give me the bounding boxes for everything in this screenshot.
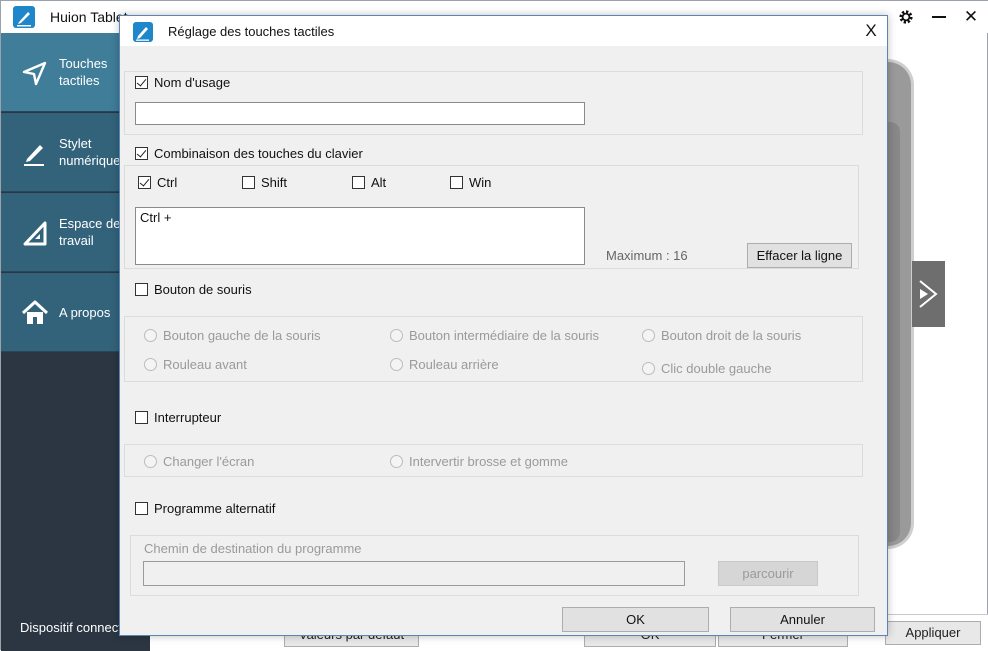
tablet-preview (886, 59, 914, 549)
radio-circle (390, 328, 403, 342)
radio-circle (144, 357, 157, 371)
checkbox-unchecked (135, 410, 148, 424)
pen-icon (24, 145, 44, 166)
dialog-ok-button[interactable]: OK (562, 607, 709, 632)
mouse-button-label: Bouton de souris (154, 281, 252, 297)
radio-circle (390, 357, 403, 371)
modifier-shift-checkbox[interactable]: Shift (242, 173, 287, 191)
checkbox-unchecked (135, 501, 148, 515)
radio-scroll-forward[interactable]: Rouleau avant (144, 355, 247, 373)
keyboard-combo-label: Combinaison des touches du clavier (154, 145, 363, 161)
mouse-button-checkbox[interactable]: Bouton de souris (135, 280, 252, 298)
radio-change-screen[interactable]: Changer l'écran (144, 452, 254, 470)
switch-checkbox[interactable]: Interrupteur (135, 408, 221, 426)
dialog-cancel-button[interactable]: Annuler (730, 607, 875, 632)
key-combo-textarea[interactable]: Ctrl + (135, 207, 585, 265)
set-square-icon (23, 221, 47, 246)
radio-label: Bouton droit de la souris (661, 327, 802, 343)
dialog-titlebar: Réglage des touches tactiles X (120, 16, 887, 46)
tablet-expand-tab[interactable] (912, 261, 945, 327)
max-keys-text: Maximum : 16 (606, 248, 688, 263)
radio-label: Bouton intermédiaire de la souris (409, 327, 600, 343)
program-path-label: Chemin de destination du programme (144, 541, 362, 556)
modifier-win-checkbox[interactable]: Win (450, 173, 491, 191)
app-title: Huion Tablet (50, 9, 128, 25)
huion-logo-icon (133, 22, 153, 42)
radio-label: Intervertir brosse et gomme (409, 453, 568, 469)
radio-circle (642, 328, 655, 342)
device-status: Dispositif connecté (20, 620, 120, 635)
apply-button[interactable]: Appliquer (885, 621, 981, 645)
radio-circle (144, 328, 157, 342)
clear-line-button[interactable]: Effacer la ligne (747, 243, 852, 268)
home-icon (21, 300, 49, 324)
checkbox-checked (135, 75, 148, 89)
modifier-label: Alt (371, 174, 387, 190)
radio-label: Bouton gauche de la souris (163, 327, 321, 343)
browse-button[interactable]: parcourir (718, 561, 818, 586)
modifier-label: Ctrl (157, 174, 178, 190)
alt-program-checkbox[interactable]: Programme alternatif (135, 499, 275, 517)
radio-mouse-right[interactable]: Bouton droit de la souris (642, 326, 801, 344)
checkbox-unchecked (352, 175, 365, 189)
radio-label: Clic double gauche (661, 360, 772, 376)
radio-label: Changer l'écran (163, 453, 255, 469)
checkbox-checked (138, 175, 151, 189)
checkbox-unchecked (450, 175, 463, 189)
radio-swap-brush-eraser[interactable]: Intervertir brosse et gomme (390, 452, 568, 470)
radio-mouse-middle[interactable]: Bouton intermédiaire de la souris (390, 326, 599, 344)
radio-circle (642, 361, 655, 375)
radio-scroll-back[interactable]: Rouleau arrière (390, 355, 499, 373)
modifier-ctrl-checkbox[interactable]: Ctrl (138, 173, 177, 191)
keyboard-combo-checkbox[interactable]: Combinaison des touches du clavier (135, 144, 363, 162)
radio-circle (390, 454, 403, 468)
send-arrow-icon (22, 61, 47, 86)
modifier-label: Win (469, 174, 492, 190)
radio-label: Rouleau arrière (409, 356, 499, 372)
settings-gear-icon[interactable] (893, 5, 919, 29)
switch-label: Interrupteur (154, 409, 222, 425)
modifier-label: Shift (261, 174, 288, 190)
minimize-button[interactable] (926, 5, 952, 29)
alt-program-label: Programme alternatif (154, 500, 276, 516)
touch-key-settings-dialog: Réglage des touches tactiles X Nom d'usa… (119, 15, 888, 636)
checkbox-unchecked (242, 175, 255, 189)
dialog-close-button[interactable]: X (858, 19, 884, 43)
radio-double-click-left[interactable]: Clic double gauche (642, 359, 772, 377)
checkbox-checked (135, 146, 148, 160)
usage-name-input[interactable] (135, 102, 585, 125)
program-path-input[interactable] (143, 561, 685, 586)
dialog-title: Réglage des touches tactiles (168, 24, 335, 39)
radio-circle (144, 454, 157, 468)
radio-mouse-left[interactable]: Bouton gauche de la souris (144, 326, 321, 344)
eye-arrow-icon (919, 280, 938, 308)
app-close-button[interactable]: ✕ (958, 5, 984, 29)
usage-name-label: Nom d'usage (154, 74, 231, 90)
usage-name-checkbox[interactable]: Nom d'usage (135, 73, 230, 91)
checkbox-unchecked (135, 282, 148, 296)
modifier-alt-checkbox[interactable]: Alt (352, 173, 386, 191)
radio-label: Rouleau avant (163, 356, 247, 372)
huion-logo-icon (13, 6, 35, 28)
